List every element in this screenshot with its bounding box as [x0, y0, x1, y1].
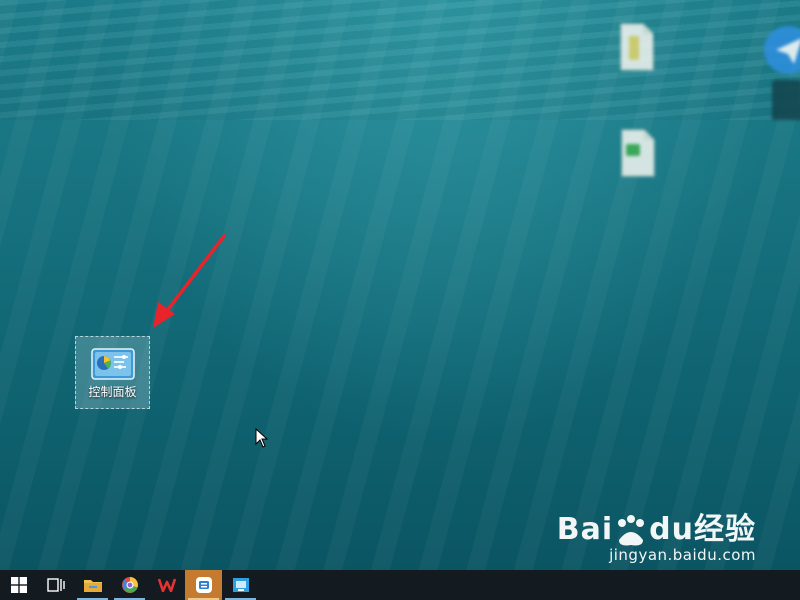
watermark: Bai du经验 jingyan.baidu.com	[557, 504, 756, 564]
taskbar-wps-office[interactable]	[148, 570, 185, 600]
watermark-brand-mid: du	[649, 512, 694, 547]
baidu-paw-icon	[618, 514, 645, 545]
start-button[interactable]	[0, 570, 37, 600]
browser-icon	[121, 577, 138, 593]
taskbar	[0, 570, 800, 600]
task-view-icon	[46, 578, 65, 592]
wps-office-icon	[157, 578, 176, 592]
mouse-cursor-icon	[255, 428, 269, 448]
taskbar-image-viewer[interactable]	[222, 570, 259, 600]
task-view-button[interactable]	[37, 570, 74, 600]
watermark-brand-left: Bai	[556, 512, 614, 547]
app-window-icon	[195, 577, 212, 593]
watermark-brand-right: 经验	[694, 512, 756, 547]
file-explorer-icon	[83, 580, 102, 592]
desktop[interactable]: 控制面板 Bai du经验 jingyan.baidu.com	[0, 0, 800, 570]
image-viewer-icon	[232, 578, 249, 592]
taskbar-file-explorer[interactable]	[74, 570, 111, 600]
watermark-site: jingyan.baidu.com	[609, 546, 756, 564]
red-arrow-icon	[153, 234, 226, 328]
watermark-brand: Bai du经验	[557, 504, 756, 548]
taskbar-app-window[interactable]	[185, 570, 222, 600]
windows-start-icon	[10, 577, 27, 593]
taskbar-browser[interactable]	[111, 570, 148, 600]
